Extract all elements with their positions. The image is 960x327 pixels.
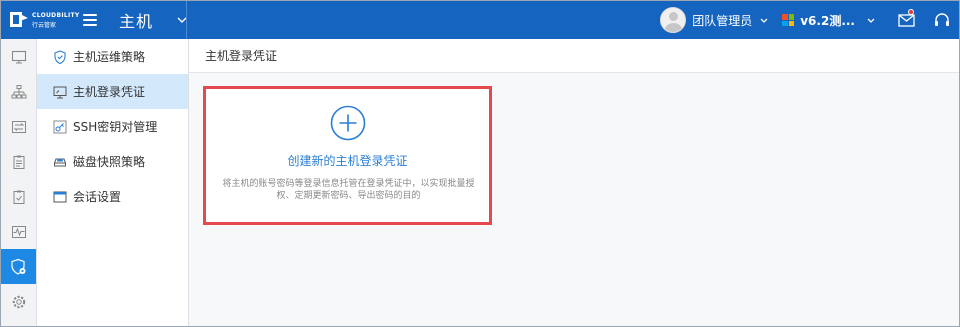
submenu-item-login-credentials[interactable]: 主机登录凭证 bbox=[37, 74, 188, 109]
submenu-item-disk-snapshot[interactable]: 磁盘快照策略 bbox=[37, 144, 188, 179]
notification-dot bbox=[908, 9, 914, 15]
avatar bbox=[660, 7, 687, 33]
submenu-item-ops-policy[interactable]: 主机运维策略 bbox=[37, 39, 188, 74]
transfer-icon bbox=[11, 120, 26, 133]
rail-topology[interactable] bbox=[1, 74, 36, 109]
shield-check-icon bbox=[53, 49, 67, 64]
monitor-icon bbox=[11, 50, 26, 64]
main-content: 主机登录凭证 创建新的主机登录凭证 将主机的账号密码等登录信息托管在登录凭证中，… bbox=[189, 39, 959, 326]
logo-text: CLOUDBILITY 行云管家 bbox=[32, 11, 80, 30]
topbar-right: 团队管理员 v6.2测... bbox=[660, 1, 959, 39]
create-credential-card[interactable]: 创建新的主机登录凭证 将主机的账号密码等登录信息托管在登录凭证中，以实现批量授权… bbox=[205, 88, 490, 223]
top-bar: CLOUDBILITY 行云管家 主机 团队管理员 v6.2测... bbox=[1, 1, 959, 39]
headset-icon[interactable] bbox=[933, 11, 951, 29]
chevron-down-icon bbox=[760, 18, 768, 23]
submenu-label: 会话设置 bbox=[73, 190, 122, 204]
mail-icon[interactable] bbox=[897, 9, 917, 30]
windows-icon bbox=[782, 14, 795, 26]
submenu-label: SSH密钥对管理 bbox=[73, 120, 158, 134]
logo-en: CLOUDBILITY bbox=[32, 11, 80, 19]
add-circle-icon bbox=[330, 105, 366, 141]
submenu-item-ssh-keys[interactable]: SSH密钥对管理 bbox=[37, 109, 188, 144]
chevron-down-icon bbox=[867, 18, 875, 23]
rail-transfer[interactable] bbox=[1, 109, 36, 144]
rail-tasks[interactable] bbox=[1, 144, 36, 179]
brand-logo[interactable]: CLOUDBILITY 行云管家 bbox=[1, 1, 81, 39]
rail-settings[interactable] bbox=[1, 284, 36, 319]
version-label: v6.2测... bbox=[800, 13, 855, 28]
gear-icon bbox=[12, 295, 25, 308]
submenu-item-session-settings[interactable]: 会话设置 bbox=[37, 179, 188, 214]
create-credential-title: 创建新的主机登录凭证 bbox=[287, 154, 408, 168]
submenu: 主机运维策略 主机登录凭证 SSH密钥对管理 磁盘快照策略 会话设置 bbox=[37, 39, 189, 326]
version-menu[interactable]: v6.2测... bbox=[782, 12, 875, 29]
topbar-divider bbox=[186, 1, 187, 39]
logo-icon bbox=[10, 12, 28, 27]
page-title: 主机登录凭证 bbox=[189, 39, 959, 73]
pulse-icon bbox=[11, 225, 26, 238]
clipboard-check-icon bbox=[13, 190, 24, 204]
submenu-label: 主机运维策略 bbox=[73, 50, 146, 64]
clipboard-icon bbox=[13, 155, 24, 169]
rail-monitor[interactable] bbox=[1, 214, 36, 249]
key-icon bbox=[53, 120, 67, 134]
rail-security[interactable] bbox=[1, 249, 36, 284]
envelope-icon bbox=[898, 14, 915, 27]
user-menu[interactable]: 团队管理员 bbox=[660, 7, 768, 33]
user-name: 团队管理员 bbox=[692, 13, 753, 28]
rail-audit[interactable] bbox=[1, 179, 36, 214]
icon-rail bbox=[1, 39, 37, 326]
submenu-label: 主机登录凭证 bbox=[73, 85, 146, 99]
submenu-label: 磁盘快照策略 bbox=[73, 155, 146, 169]
shield-gear-icon bbox=[10, 258, 25, 275]
rail-hosts[interactable] bbox=[1, 39, 36, 74]
logo-cn: 行云管家 bbox=[32, 21, 57, 29]
menu-toggle-icon[interactable] bbox=[83, 14, 97, 26]
window-icon bbox=[53, 190, 67, 204]
app-title: 主机 bbox=[119, 12, 154, 31]
disk-snapshot-icon bbox=[53, 155, 67, 169]
credential-monitor-icon bbox=[53, 85, 67, 99]
network-icon bbox=[11, 84, 26, 98]
create-credential-description: 将主机的账号密码等登录信息托管在登录凭证中，以实现批量授权、定期更新密码、导出密… bbox=[222, 179, 475, 201]
